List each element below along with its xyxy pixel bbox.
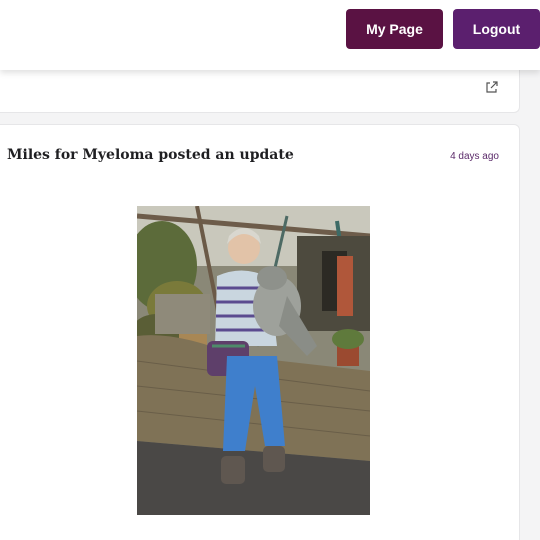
logout-button[interactable]: Logout xyxy=(453,9,540,49)
post-timestamp: 4 days ago xyxy=(450,151,499,162)
post-title[interactable]: Miles for Myeloma posted an update xyxy=(7,147,294,163)
my-page-button[interactable]: My Page xyxy=(346,9,443,49)
previous-post-card xyxy=(0,70,520,113)
top-header: My Page Logout xyxy=(0,0,540,70)
post-photo[interactable] xyxy=(137,206,370,515)
share-icon[interactable] xyxy=(485,80,499,94)
post-card: Miles for Myeloma posted an update 4 day… xyxy=(0,124,520,540)
photo-illustration xyxy=(137,206,370,515)
